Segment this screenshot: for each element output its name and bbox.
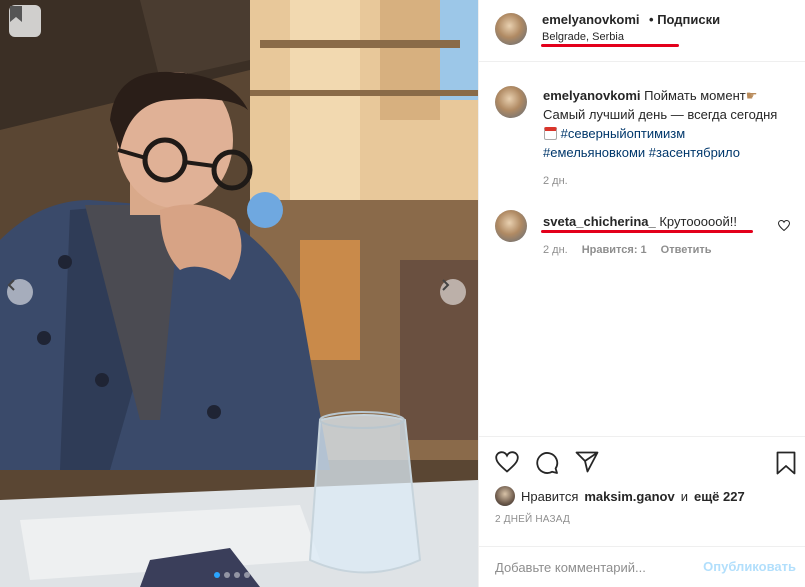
likes-others[interactable]: ещё 227 [694,489,745,504]
bookmark-icon[interactable] [776,451,796,475]
comment-time[interactable]: 2 дн. [543,244,568,256]
hashtag-link[interactable]: #емельяновкоми [543,145,645,160]
comment-body: Крутооооой!! [659,214,737,229]
likes-prefix: Нравится [521,488,579,504]
reply-button[interactable]: Ответить [661,244,712,256]
carousel-dot [244,572,250,578]
follow-separator: • [649,12,654,27]
caption-text: emelyanovkomi Поймать момент☛ Самый лучш… [543,86,778,162]
post-photo[interactable] [0,0,478,587]
comment-input[interactable] [495,557,695,577]
post-actions: Нравится maksim.ganov и ещё 227 2 ДНЕЙ Н… [479,436,805,546]
likes-conjunction: и [680,488,688,504]
post-side-panel: emelyanovkomi • Подписки Belgrade, Serbi… [478,0,805,587]
caption-time[interactable]: 2 дн. [543,175,568,187]
caption-meta: 2 дн. [543,175,568,187]
comment-username[interactable]: sveta_chicherina_ [543,214,656,229]
hashtag-link[interactable]: #засентябрило [649,145,740,160]
caption-username[interactable]: emelyanovkomi [543,88,641,103]
hashtag-link[interactable]: #северныйоптимизм [561,126,686,141]
comment-meta: 2 дн. Нравится: 1 Ответить [543,244,712,256]
carousel-indicator [214,572,250,578]
chevron-right-icon[interactable] [440,279,466,305]
bookmark-icon[interactable] [9,5,41,37]
liker-avatar[interactable] [495,486,515,506]
comment-likes[interactable]: Нравится: 1 [582,244,647,256]
photo-illustration [0,0,478,587]
caption-avatar[interactable] [495,86,527,118]
liker-username[interactable]: maksim.ganov [584,489,674,504]
annotation-underline [541,44,679,47]
likes-summary: Нравится maksim.ganov и ещё 227 [495,486,745,506]
location-link[interactable]: Belgrade, Serbia [542,31,624,43]
heart-icon[interactable] [495,451,519,473]
follow-label: Подписки [657,12,721,27]
comment-item: sveta_chicherina_ Крутооооой!! 2 дн. Нра… [495,210,790,260]
author-avatar[interactable] [495,13,527,45]
author-username[interactable]: emelyanovkomi [542,12,640,27]
caption-line2: Самый лучший день — всегда сегодня [543,107,778,122]
post-date[interactable]: 2 ДНЕЙ НАЗАД [495,514,570,525]
caption-line1: Поймать момент [644,88,746,103]
carousel-dot [224,572,230,578]
comment-icon[interactable] [535,451,559,475]
add-comment-bar: Опубликовать [479,546,805,587]
commenter-avatar[interactable] [495,210,527,242]
caption: emelyanovkomi Поймать момент☛ Самый лучш… [495,86,790,187]
carousel-dot-active [214,572,220,578]
publish-button[interactable]: Опубликовать [703,559,796,574]
comment-text: sveta_chicherina_ Крутооооой!! [543,212,778,231]
follow-button[interactable]: • Подписки [649,12,720,27]
post-header: emelyanovkomi • Подписки Belgrade, Serbi… [479,0,805,62]
pointing-hand-icon: ☛ [745,88,758,103]
carousel-dot [234,572,240,578]
comment-like-heart-icon[interactable] [778,220,790,231]
calendar-icon [544,127,557,140]
annotation-underline [541,230,753,233]
chevron-left-icon[interactable] [7,279,33,305]
share-icon[interactable] [575,451,599,473]
